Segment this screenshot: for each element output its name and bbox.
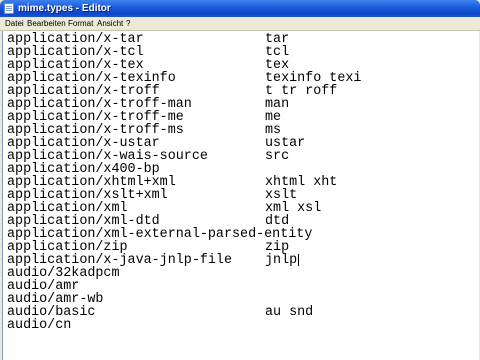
text-caret — [298, 254, 299, 266]
menu-help[interactable]: ? — [126, 18, 130, 29]
editor-window: mime.types - Editor Datei Bearbeiten For… — [0, 0, 480, 360]
window-title: mime.types - Editor — [18, 3, 111, 14]
title-bar[interactable]: mime.types - Editor — [0, 0, 480, 17]
menu-view[interactable]: Ansicht — [97, 18, 123, 29]
extensions-text: src — [265, 149, 290, 164]
text-line: audio/cn — [7, 319, 71, 332]
notepad-icon[interactable] — [4, 3, 14, 14]
menu-format[interactable]: Format — [68, 18, 93, 29]
menu-bar: Datei Bearbeiten Format Ansicht ? — [0, 17, 480, 31]
text-editor-area[interactable]: application/x-tar tar application/x-tcl tcl… — [2, 31, 479, 360]
extensions-text: jnlp — [265, 253, 298, 268]
mime-type-text: audio/cn — [7, 318, 72, 333]
menu-file[interactable]: Datei — [5, 18, 24, 29]
menu-edit[interactable]: Bearbeiten — [27, 18, 66, 29]
extensions-text: au snd — [265, 305, 314, 320]
